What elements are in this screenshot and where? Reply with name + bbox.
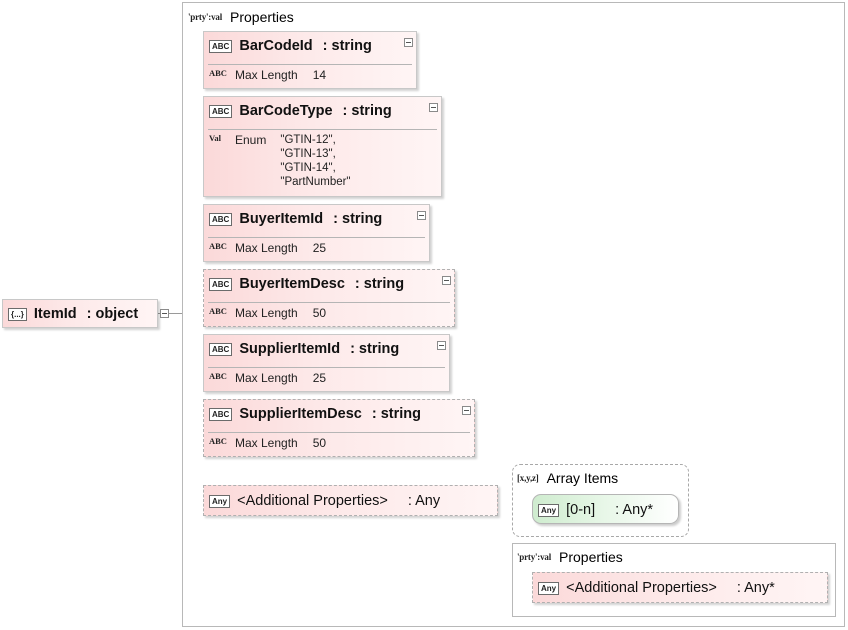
- facet-icon: ABC: [209, 306, 227, 316]
- property-type: : string: [354, 276, 405, 292]
- any-icon: Any: [209, 494, 231, 508]
- sub-properties-tag: 'prty':val: [517, 552, 551, 562]
- property-name: SupplierItemId: [239, 341, 341, 357]
- any-icon: Any: [538, 581, 560, 595]
- string-icon: ABC: [209, 104, 233, 118]
- string-icon: ABC: [209, 277, 233, 291]
- property-type: : string: [322, 38, 372, 54]
- root-name: ItemId: [33, 306, 77, 322]
- enum-value: "PartNumber": [280, 176, 351, 188]
- array-items-title: Array Items: [546, 470, 619, 486]
- facet-value: 50: [312, 436, 327, 450]
- enum-value: "GTIN-13",: [280, 148, 336, 160]
- collapse-button[interactable]: [404, 38, 413, 47]
- property-name: BuyerItemId: [239, 211, 324, 227]
- enum-value: "GTIN-14",: [280, 162, 336, 174]
- properties-tag: 'prty':val: [188, 12, 222, 22]
- string-icon: ABC: [209, 342, 233, 356]
- facet-icon: ABC: [209, 371, 227, 381]
- enum-values: "GTIN-12", "GTIN-13", "GTIN-14", "PartNu…: [280, 133, 350, 189]
- sub-property-additional[interactable]: Any <Additional Properties> : Any*: [532, 572, 828, 603]
- property-type: : string: [333, 211, 383, 227]
- collapse-button[interactable]: [437, 341, 446, 350]
- property-supplieritemdesc[interactable]: ABC SupplierItemDesc : string ABC Max Lengt…: [203, 399, 475, 457]
- property-name: BarCodeType: [239, 103, 333, 119]
- property-type: : string: [350, 341, 400, 357]
- facet-label: Max Length: [235, 436, 298, 450]
- collapse-button[interactable]: [417, 211, 426, 220]
- array-item-name: [0-n]: [566, 502, 596, 518]
- property-type: : string: [342, 103, 392, 119]
- sub-property-type: : Any*: [736, 580, 775, 596]
- property-name: BuyerItemDesc: [239, 276, 345, 292]
- facet-value: 14: [312, 68, 327, 82]
- property-type: : Any: [407, 493, 441, 509]
- property-type: : string: [371, 406, 421, 422]
- property-additional[interactable]: Any <Additional Properties> : Any: [203, 485, 498, 516]
- facet-label: Max Length: [235, 371, 298, 385]
- property-buyeritemdesc[interactable]: ABC BuyerItemDesc : string ABC Max Length 50: [203, 269, 455, 327]
- string-icon: ABC: [209, 407, 233, 421]
- object-icon: {...}: [8, 307, 27, 321]
- any-icon: Any: [538, 503, 560, 517]
- property-barcodeid[interactable]: ABC BarCodeId : string ABC Max Length 14: [203, 31, 417, 89]
- collapse-button[interactable]: [429, 103, 438, 112]
- facet-icon: ABC: [209, 436, 227, 446]
- facet-label: Max Length: [235, 241, 298, 255]
- string-icon: ABC: [209, 212, 233, 226]
- array-items-tag: [x,y,z]: [517, 473, 539, 483]
- root-collapse-button[interactable]: [160, 309, 169, 318]
- root-node[interactable]: {...} ItemId : object: [2, 299, 158, 328]
- collapse-button[interactable]: [442, 276, 451, 285]
- property-name: SupplierItemDesc: [239, 406, 362, 422]
- property-name: <Additional Properties>: [237, 493, 388, 509]
- property-supplieritemid[interactable]: ABC SupplierItemId : string ABC Max Length 2…: [203, 334, 450, 392]
- facet-value: 25: [312, 371, 327, 385]
- facet-icon: Val: [209, 133, 221, 143]
- property-name: BarCodeId: [239, 38, 313, 54]
- facet-value: 50: [312, 306, 327, 320]
- root-type: : object: [86, 306, 139, 322]
- facet-label: Max Length: [235, 306, 298, 320]
- sub-property-name: <Additional Properties>: [566, 580, 717, 596]
- facet-icon: ABC: [209, 68, 227, 78]
- array-item-node[interactable]: Any [0-n] : Any*: [532, 494, 679, 524]
- array-item-type: : Any*: [615, 502, 654, 518]
- property-buyeritemid[interactable]: ABC BuyerItemId : string ABC Max Length 25: [203, 204, 430, 262]
- facet-value: 25: [312, 241, 327, 255]
- collapse-button[interactable]: [462, 406, 471, 415]
- properties-title: Properties: [230, 9, 294, 25]
- facet-label: Max Length: [235, 68, 298, 82]
- sub-properties-title: Properties: [559, 549, 623, 565]
- facet-label: Enum: [235, 133, 267, 147]
- facet-icon: ABC: [209, 241, 227, 251]
- enum-value: "GTIN-12",: [280, 134, 336, 146]
- string-icon: ABC: [209, 39, 233, 53]
- property-barcodetype[interactable]: ABC BarCodeType : string Val Enum "GTIN-12…: [203, 96, 442, 197]
